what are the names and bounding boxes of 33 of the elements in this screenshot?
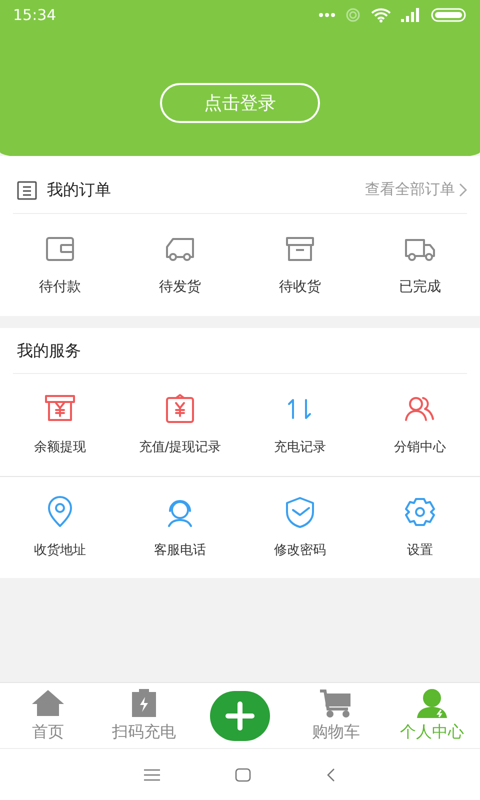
chevron-right-icon: [459, 182, 467, 196]
service-item[interactable]: 设置: [360, 477, 480, 578]
add-button[interactable]: [210, 690, 270, 740]
wifi-icon: [371, 7, 391, 23]
home-icon: [31, 688, 65, 718]
list-icon: [17, 180, 37, 200]
service-item[interactable]: 充值/提现记录: [120, 374, 240, 476]
back-icon[interactable]: [326, 768, 336, 782]
service-item[interactable]: 收货地址: [0, 477, 120, 578]
hotspot-icon: [345, 7, 361, 23]
order-status-item[interactable]: 待发货: [120, 214, 240, 316]
menu-icon[interactable]: [144, 768, 160, 780]
service-item[interactable]: 分销中心: [360, 374, 480, 476]
status-time: 15:34: [13, 4, 56, 26]
tab-item[interactable]: 购物车: [288, 683, 384, 748]
service-item[interactable]: 客服电话: [120, 477, 240, 578]
order-status-item[interactable]: 待收货: [240, 214, 360, 316]
signal-icon: [401, 8, 421, 22]
section-title: 我的订单: [47, 178, 111, 200]
order-status-item[interactable]: 待付款: [0, 214, 120, 316]
service-item[interactable]: 充电记录: [240, 374, 360, 476]
order-status-item[interactable]: 已完成: [360, 214, 480, 316]
section-title: 我的服务: [17, 340, 81, 362]
service-item[interactable]: 余额提现: [0, 374, 120, 476]
cart-icon: [319, 688, 353, 718]
plus-icon: [225, 700, 255, 730]
home-square-icon[interactable]: [235, 768, 251, 782]
tab-item[interactable]: 扫码充电: [96, 683, 192, 748]
more-dots-icon: [319, 13, 335, 17]
service-item[interactable]: 修改密码: [240, 477, 360, 578]
battery-icon: [431, 8, 467, 22]
tab-item[interactable]: 首页: [0, 683, 96, 748]
user-icon: [415, 688, 449, 718]
